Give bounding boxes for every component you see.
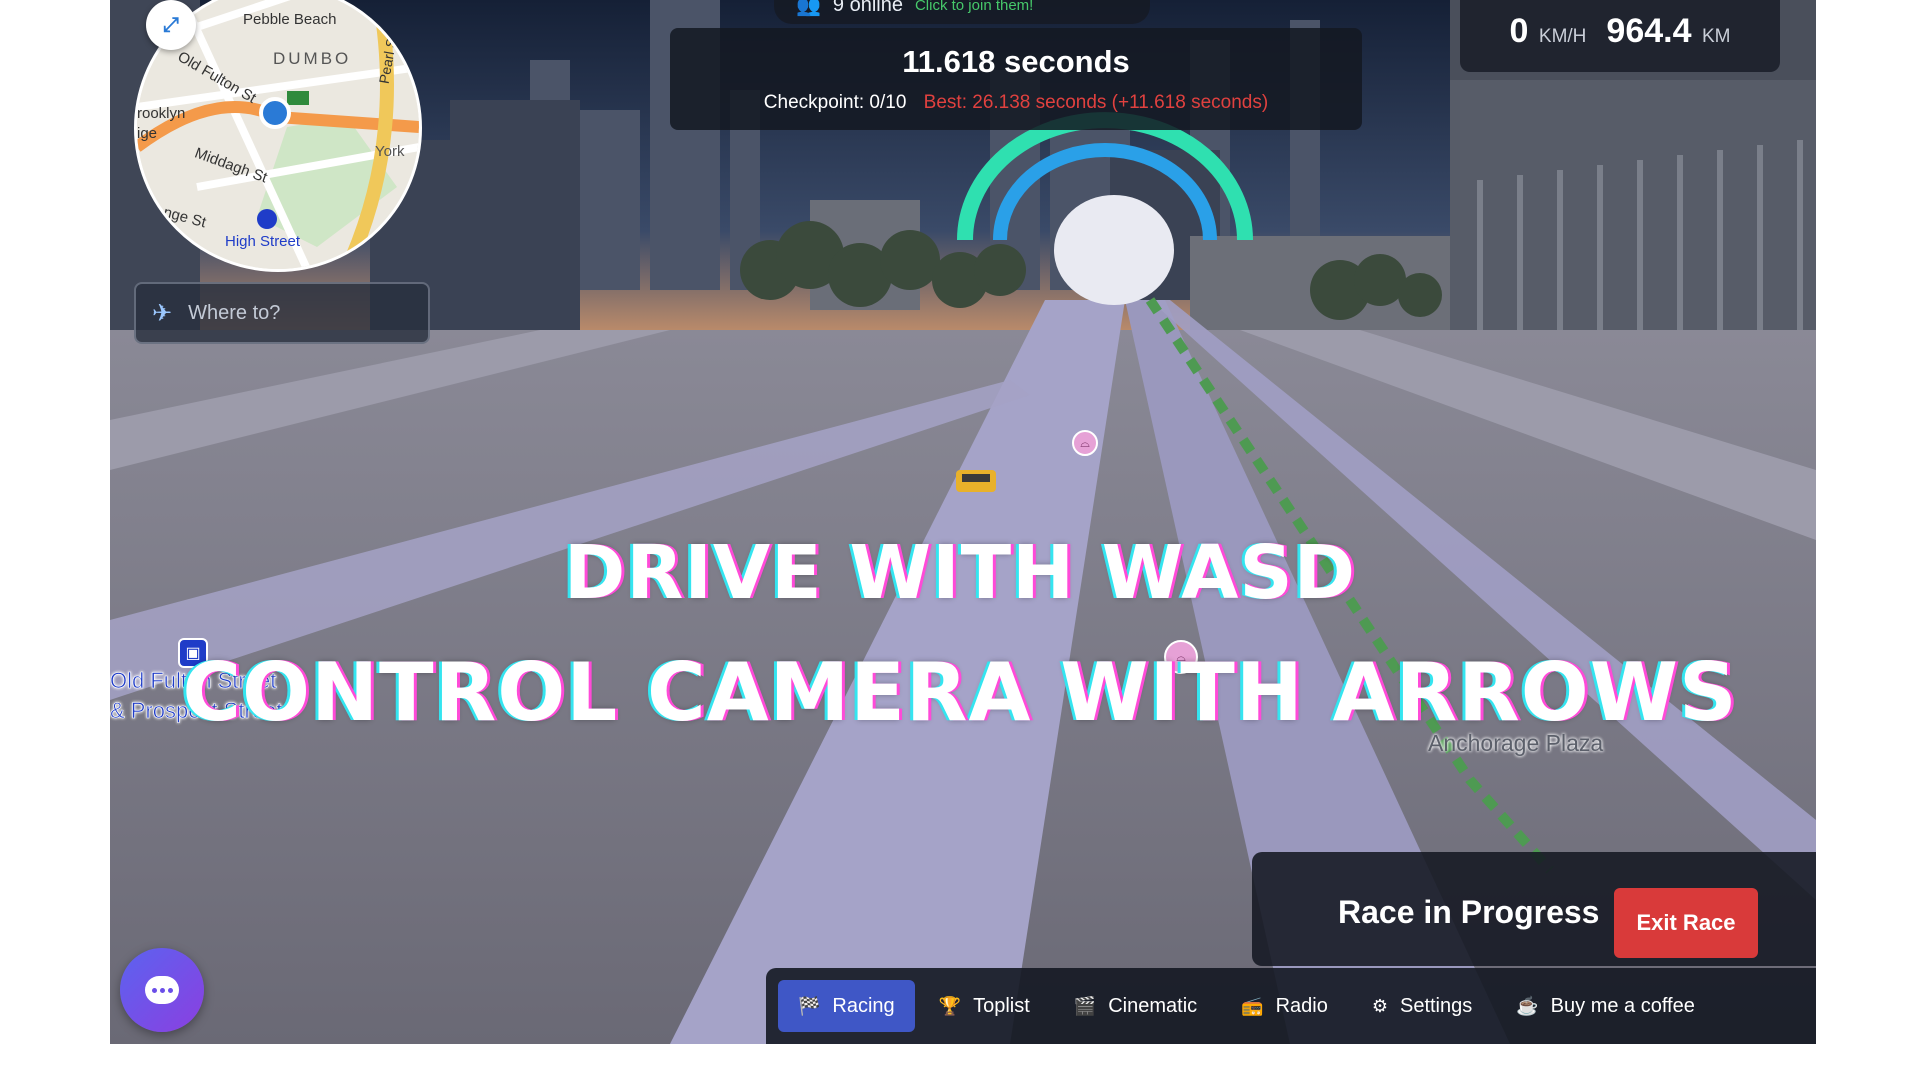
race-status-panel: Race in Progress Exit Race xyxy=(1252,852,1816,966)
instruction-camera: CONTROL CAMERA WITH ARROWS xyxy=(182,646,1738,739)
chat-icon xyxy=(145,976,179,1004)
tab-label: Cinematic xyxy=(1108,994,1198,1017)
player-car-marker: ⌓ xyxy=(1072,430,1098,456)
users-icon: 👥 xyxy=(796,0,821,17)
expand-icon: ⤢ xyxy=(163,13,179,36)
gear-icon: ⚙ xyxy=(1371,995,1388,1016)
tab-cinematic[interactable]: 🎬 Cinematic xyxy=(1054,980,1217,1032)
minimap-label: Pebble Beach xyxy=(243,11,337,28)
tab-label: Buy me a coffee xyxy=(1550,994,1695,1017)
minimap-label: rooklyn xyxy=(137,105,186,122)
radio-icon: 📻 xyxy=(1241,995,1264,1016)
exit-race-button[interactable]: Exit Race xyxy=(1614,888,1758,958)
search-input[interactable] xyxy=(186,300,391,326)
tab-settings[interactable]: ⚙ Settings xyxy=(1352,980,1492,1032)
tab-label: Toplist xyxy=(973,994,1030,1017)
online-players-pill[interactable]: 👥 9 online Click to join them! xyxy=(774,0,1150,24)
instruction-drive: DRIVE WITH WASD xyxy=(563,530,1357,616)
tab-radio[interactable]: 📻 Radio xyxy=(1221,980,1348,1032)
race-timer: 11.618 seconds xyxy=(902,44,1130,79)
minimap-label: ige xyxy=(137,125,158,142)
airplane-icon: ✈ xyxy=(152,299,173,327)
tab-buy-coffee[interactable]: ☕ Buy me a coffee xyxy=(1496,980,1715,1032)
chat-button[interactable] xyxy=(120,948,204,1032)
expand-map-button[interactable]: ⤢ xyxy=(146,0,196,50)
speedometer-panel: 0 KM/H 964.4 KM xyxy=(1460,0,1780,72)
tab-toplist[interactable]: 🏆 Toplist xyxy=(919,980,1050,1032)
minimap-label: DUMBO xyxy=(273,49,352,68)
online-count: 9 online xyxy=(832,0,903,16)
join-link[interactable]: Click to join them! xyxy=(915,0,1033,14)
distance-value: 964.4 xyxy=(1606,12,1692,50)
game-viewport[interactable]: ⌓ ⌓ ▣ Old Fulton Street & Prospect Stree… xyxy=(110,0,1816,1044)
minimap-label: High Street xyxy=(225,233,301,250)
tab-label: Racing xyxy=(832,994,895,1017)
best-time: Best: 26.138 seconds (+11.618 seconds) xyxy=(923,92,1269,113)
clapperboard-icon: 🎬 xyxy=(1073,995,1097,1016)
coffee-icon: ☕ xyxy=(1516,995,1539,1016)
trophy-icon: 🏆 xyxy=(938,995,962,1016)
checkered-flag-icon: 🏁 xyxy=(798,995,821,1016)
bottom-toolbar: 🏁 Racing 🏆 Toplist 🎬 Cinematic 📻 Radio ⚙… xyxy=(766,968,1816,1044)
tab-label: Radio xyxy=(1275,994,1328,1017)
speed-unit: KM/H xyxy=(1538,26,1587,47)
destination-search[interactable]: ✈ xyxy=(134,282,430,344)
minimap-label: York xyxy=(375,143,405,160)
tab-racing[interactable]: 🏁 Racing xyxy=(778,980,915,1032)
tab-label: Settings xyxy=(1399,994,1473,1017)
race-timer-panel: 11.618 seconds Checkpoint: 0/10 Best: 26… xyxy=(670,28,1362,130)
checkpoint-counter: Checkpoint: 0/10 xyxy=(763,92,907,113)
speed-value: 0 xyxy=(1509,12,1529,50)
race-status-text: Race in Progress xyxy=(1338,894,1600,930)
distance-unit: KM xyxy=(1701,26,1731,47)
